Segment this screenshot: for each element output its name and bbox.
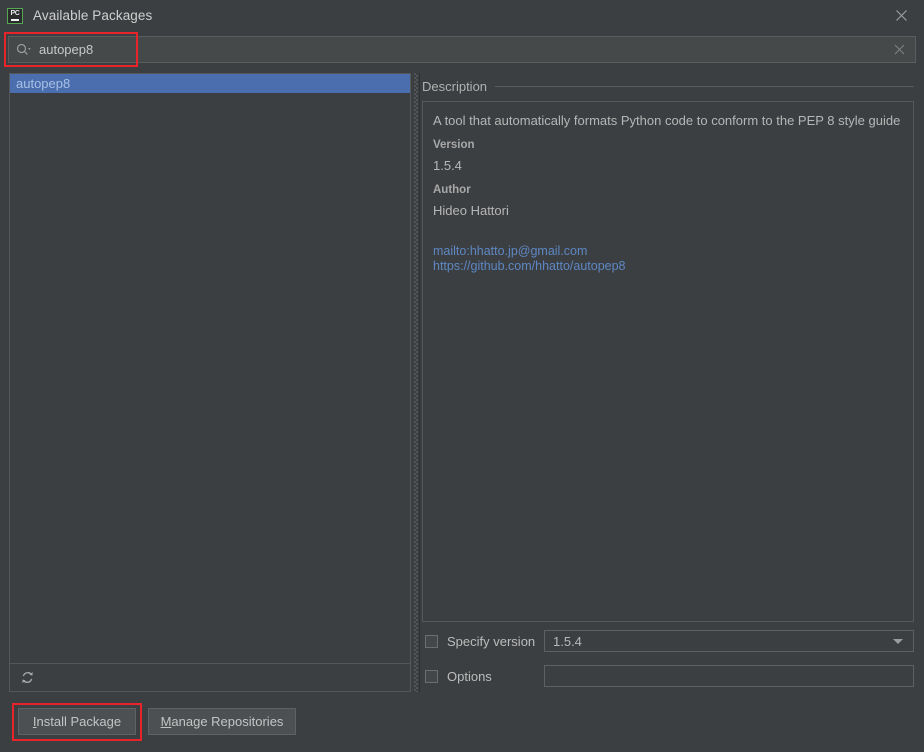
version-label: Version: [433, 139, 475, 151]
options-row[interactable]: Options: [425, 665, 492, 687]
refresh-button[interactable]: [20, 670, 35, 685]
author-email-link[interactable]: mailto:hhatto.jp@gmail.com: [433, 244, 903, 259]
package-list[interactable]: autopep8: [9, 73, 411, 664]
pycharm-icon-text: PC: [10, 9, 20, 17]
specify-version-checkbox[interactable]: [425, 634, 438, 648]
install-package-label: nstall Package: [36, 714, 122, 729]
clear-icon: [894, 44, 905, 55]
list-item-label: autopep8: [16, 76, 71, 91]
package-summary: A tool that automatically formats Python…: [433, 113, 901, 128]
pycharm-icon: PC: [7, 7, 23, 24]
package-list-toolbar: [9, 664, 411, 692]
package-links: mailto:hhatto.jp@gmail.com https://githu…: [433, 244, 903, 274]
search-bar[interactable]: [8, 36, 916, 63]
options-input[interactable]: [544, 665, 914, 687]
description-header-rule: [495, 86, 914, 87]
list-item[interactable]: autopep8: [10, 74, 410, 93]
search-input-value: autopep8: [39, 42, 94, 57]
manage-repositories-mnemonic: M: [160, 714, 172, 729]
author-label: Author: [433, 184, 471, 196]
description-header: Description: [422, 78, 914, 95]
version-value: 1.5.4: [433, 158, 462, 173]
author-value: Hideo Hattori: [433, 203, 509, 218]
version-select[interactable]: 1.5.4: [544, 630, 914, 652]
version-select-value: 1.5.4: [553, 633, 582, 649]
window-title: Available Packages: [33, 8, 153, 23]
description-label: Description: [422, 79, 488, 94]
project-homepage-link[interactable]: https://github.com/hhatto/autopep8: [433, 259, 903, 274]
panel-splitter[interactable]: [412, 73, 420, 692]
options-checkbox[interactable]: [425, 669, 438, 683]
splitter-grip-icon: [414, 73, 418, 692]
splitter-edge: [419, 73, 420, 692]
close-button[interactable]: [878, 0, 924, 31]
options-label: Options: [447, 668, 492, 684]
chevron-down-icon: [893, 638, 903, 644]
manage-repositories-label: anage Repositories: [171, 714, 284, 729]
manage-repositories-button[interactable]: Manage Repositories: [148, 708, 296, 735]
title-bar: PC Available Packages: [0, 0, 924, 31]
close-icon: [895, 10, 907, 21]
specify-version-label: Specify version: [447, 633, 536, 649]
pycharm-icon-underbar: [11, 18, 19, 21]
refresh-icon: [22, 672, 33, 683]
search-input[interactable]: autopep8: [8, 36, 138, 63]
specify-version-row[interactable]: Specify version: [425, 630, 535, 652]
search-icon: [16, 43, 31, 55]
description-panel: A tool that automatically formats Python…: [422, 101, 914, 622]
search-clear-button[interactable]: [894, 37, 905, 62]
install-package-button[interactable]: Install Package: [18, 708, 136, 735]
